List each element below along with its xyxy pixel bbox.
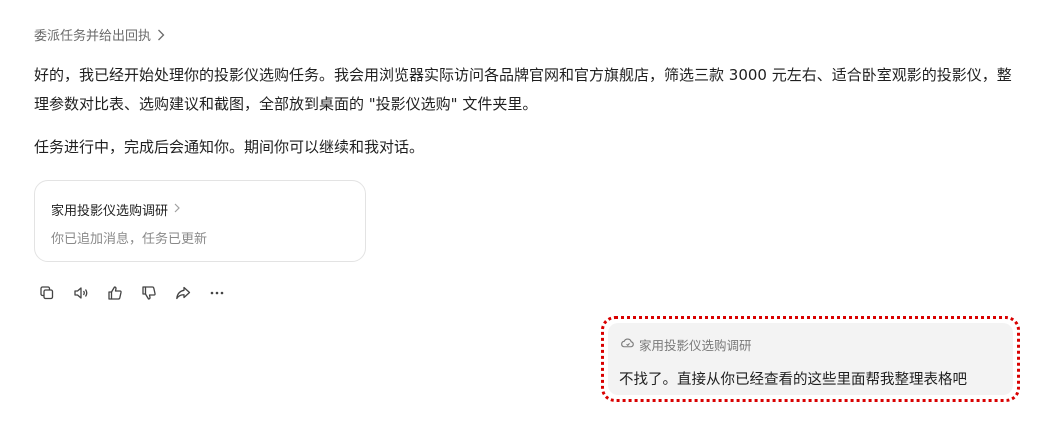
speaker-icon: [73, 285, 89, 301]
task-reference[interactable]: 家用投影仪选购调研: [621, 335, 752, 354]
task-card-title-row: 家用投影仪选购调研: [51, 200, 180, 219]
read-aloud-button[interactable]: [70, 282, 92, 304]
task-card[interactable]: 家用投影仪选购调研 你已追加消息，任务已更新: [34, 180, 366, 262]
chevron-right-icon: [157, 29, 165, 41]
user-message-bubble: 家用投影仪选购调研 不找了。直接从你已经查看的这些里面帮我整理表格吧: [608, 323, 1013, 395]
task-reference-label: 家用投影仪选购调研: [639, 338, 752, 353]
thumbs-up-icon: [107, 285, 123, 301]
more-button[interactable]: [206, 282, 228, 304]
delegate-task-link[interactable]: 委派任务并给出回执: [34, 25, 165, 44]
chat-page: 委派任务并给出回执 好的，我已经开始处理你的投影仪选购任务。我会用浏览器实际访问…: [0, 0, 1043, 424]
chevron-right-icon: [174, 202, 180, 217]
assistant-message-paragraph: 好的，我已经开始处理你的投影仪选购任务。我会用浏览器实际访问各品牌官网和官方旗舰…: [34, 66, 1012, 113]
task-card-title: 家用投影仪选购调研: [51, 204, 169, 219]
highlighted-user-message: 家用投影仪选购调研 不找了。直接从你已经查看的这些里面帮我整理表格吧: [601, 316, 1020, 402]
more-icon: [209, 285, 225, 301]
dislike-button[interactable]: [138, 282, 160, 304]
like-button[interactable]: [104, 282, 126, 304]
user-message-text: 不找了。直接从你已经查看的这些里面帮我整理表格吧: [619, 372, 967, 388]
message-action-bar: [36, 282, 228, 304]
share-button[interactable]: [172, 282, 194, 304]
delegate-task-label: 委派任务并给出回执: [34, 29, 152, 44]
thumbs-down-icon: [141, 285, 157, 301]
task-reference-icon: [621, 337, 634, 353]
share-icon: [175, 285, 191, 301]
copy-icon: [39, 285, 55, 301]
copy-button[interactable]: [36, 282, 58, 304]
assistant-message-paragraph: 任务进行中，完成后会通知你。期间你可以继续和我对话。: [34, 138, 425, 156]
task-card-status: 你已追加消息，任务已更新: [51, 232, 208, 247]
